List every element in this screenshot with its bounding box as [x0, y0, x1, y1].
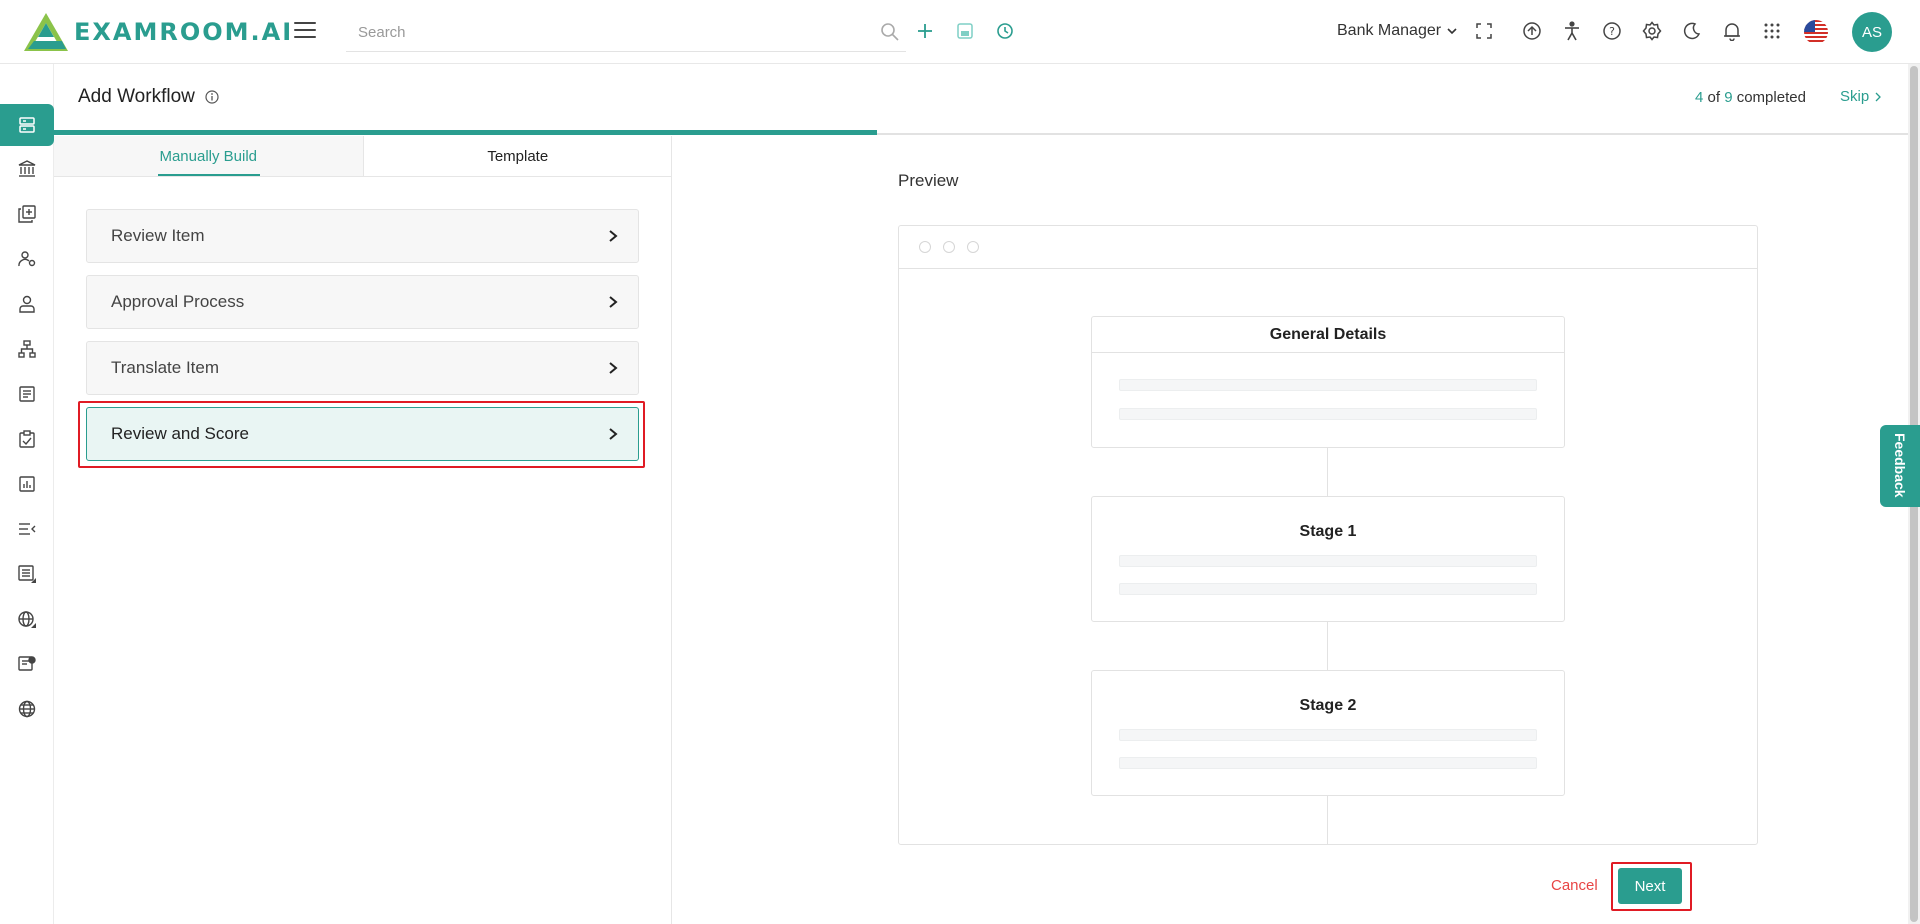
avatar-initials: AS	[1861, 23, 1882, 41]
nav-user-settings-icon[interactable]	[0, 238, 54, 280]
search-input[interactable]	[346, 14, 846, 50]
svg-text:?: ?	[1609, 25, 1615, 38]
workflow-item-label: Review and Score	[111, 424, 249, 443]
us-flag-icon[interactable]	[1804, 20, 1828, 44]
preview-window-bar	[899, 226, 1757, 269]
save-icon[interactable]	[954, 20, 976, 42]
left-nav-rail	[0, 64, 54, 924]
search-bar	[346, 14, 906, 52]
page-title-text: Add Workflow	[78, 86, 195, 107]
nav-bank-icon[interactable]	[0, 148, 54, 190]
workflow-item-approval-process[interactable]: Approval Process	[86, 275, 639, 329]
nav-clipboard-check-icon[interactable]	[0, 418, 54, 460]
nav-report-chart-icon[interactable]	[0, 463, 54, 505]
preview-card-stage-1: Stage 1	[1091, 496, 1565, 622]
fullscreen-icon[interactable]	[1473, 20, 1495, 42]
brand-logo[interactable]: EXAMROOM.AI	[22, 11, 293, 53]
history-icon[interactable]	[994, 20, 1016, 42]
page-title: Add Workflow	[78, 86, 219, 108]
cancel-button[interactable]: Cancel	[1551, 877, 1598, 894]
nav-globe-settings-icon[interactable]	[0, 598, 54, 640]
connector-line	[1327, 447, 1328, 496]
workflow-item-label: Approval Process	[111, 292, 245, 311]
accessibility-icon[interactable]	[1561, 20, 1583, 42]
skeleton-line	[1119, 729, 1537, 741]
top-bar: EXAMROOM.AI Bank Manager ?	[0, 0, 1920, 64]
skeleton-line	[1119, 757, 1537, 769]
chevron-right-icon	[609, 230, 618, 242]
build-panel: Manually Build Template Review Item Appr…	[54, 136, 672, 924]
tab-label: Manually Build	[159, 147, 258, 165]
connector-line	[1327, 796, 1328, 844]
brand-name: EXAMROOM.AI	[74, 18, 294, 46]
nav-add-content-icon[interactable]	[0, 193, 54, 235]
window-dot-icon	[967, 241, 979, 253]
skeleton-line	[1119, 408, 1537, 420]
settings-icon[interactable]	[1641, 20, 1663, 42]
help-icon[interactable]: ?	[1601, 20, 1623, 42]
apps-grid-icon[interactable]	[1761, 20, 1783, 42]
preview-label: Preview	[898, 171, 959, 190]
preview-card-title: Stage 2	[1299, 697, 1357, 714]
preview-card-general-details: General Details	[1091, 316, 1565, 448]
step-total: 9	[1724, 89, 1733, 106]
step-current: 4	[1695, 89, 1704, 106]
nav-certificate-icon[interactable]	[0, 643, 54, 685]
dark-mode-icon[interactable]	[1681, 20, 1703, 42]
add-icon[interactable]	[914, 20, 936, 42]
step-progress-text: 4 of 9 completed	[1695, 89, 1806, 106]
window-dot-icon	[919, 241, 931, 253]
preview-card-title: Stage 1	[1299, 523, 1357, 540]
workflow-item-label: Translate Item	[111, 358, 220, 377]
preview-card-title: General Details	[1269, 325, 1387, 343]
workflow-item-translate-item[interactable]: Translate Item	[86, 341, 639, 395]
feedback-label: Feedback	[1892, 433, 1908, 498]
nav-hierarchy-icon[interactable]	[0, 328, 54, 370]
menu-toggle-icon[interactable]	[294, 22, 316, 40]
upload-icon[interactable]	[1521, 20, 1543, 42]
preview-card-stage-2: Stage 2	[1091, 670, 1565, 796]
progress-bar-fill	[54, 130, 877, 135]
chevron-right-icon	[609, 362, 618, 374]
connector-line	[1327, 622, 1328, 671]
chevron-down-icon	[1447, 28, 1457, 35]
chevron-right-icon	[1875, 92, 1882, 101]
nav-list-collapse-icon[interactable]	[0, 508, 54, 550]
skeleton-line	[1119, 379, 1537, 391]
step-of: of	[1707, 89, 1721, 106]
role-selector[interactable]: Bank Manager	[1337, 22, 1457, 40]
feedback-tab[interactable]: Feedback	[1880, 425, 1920, 507]
notification-bell-icon[interactable]	[1721, 20, 1743, 42]
skip-label: Skip	[1840, 88, 1870, 105]
workflow-item-review-item[interactable]: Review Item	[86, 209, 639, 263]
skip-link[interactable]: Skip	[1840, 88, 1883, 105]
search-icon[interactable]	[880, 22, 900, 42]
step-completed: completed	[1736, 89, 1806, 106]
nav-document-icon[interactable]	[0, 373, 54, 415]
workflow-item-label: Review Item	[111, 226, 205, 245]
next-button[interactable]: Next	[1618, 868, 1682, 904]
logo-icon	[24, 13, 68, 51]
chevron-right-icon	[609, 428, 618, 440]
role-label: Bank Manager	[1337, 22, 1442, 39]
tab-manually-build[interactable]: Manually Build	[54, 136, 364, 176]
nav-list-expand-icon[interactable]	[0, 553, 54, 595]
workflow-item-review-and-score[interactable]: Review and Score	[86, 407, 639, 461]
info-icon[interactable]	[205, 90, 219, 104]
avatar[interactable]: AS	[1852, 12, 1892, 52]
nav-globe-icon[interactable]	[0, 688, 54, 730]
window-dot-icon	[943, 241, 955, 253]
tab-template[interactable]: Template	[364, 136, 673, 176]
nav-workflow-icon[interactable]	[0, 104, 54, 146]
skeleton-line	[1119, 583, 1537, 595]
tab-label: Template	[487, 147, 549, 165]
build-tabs: Manually Build Template	[54, 136, 672, 177]
skeleton-line	[1119, 555, 1537, 567]
nav-user-icon[interactable]	[0, 283, 54, 325]
chevron-right-icon	[609, 296, 618, 308]
